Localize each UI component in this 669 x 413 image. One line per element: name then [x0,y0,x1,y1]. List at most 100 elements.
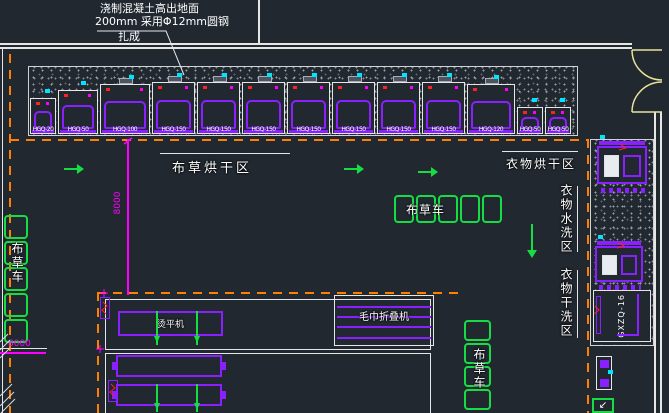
wall-top-inner [0,47,632,49]
valve-icon [560,98,565,102]
valve-icon [267,73,272,77]
cart-row-center-label: 布草车 [406,201,445,218]
washer-door [604,155,619,177]
mark-icon [185,86,188,89]
dryer-label: HGQ-120 [468,126,514,133]
dryer-machine[interactable]: HGQ-150 [197,82,240,134]
dryer-machine[interactable]: HGQ-20 [30,98,56,134]
roller-line [337,326,431,328]
press-valve-icon [608,370,613,374]
dimension-line-horizontal[interactable] [0,352,46,354]
dryer-drum [104,101,146,129]
washer-drum [623,155,641,177]
dryer-machine[interactable]: HGQ-150 [287,82,330,134]
note-line-2: 200mm 采用Φ12mm圆钢 [95,16,229,29]
flow-arrow-right-1 [64,168,82,170]
cart-col-left-label: 布草车 [9,242,26,284]
dryer-machine[interactable]: HGQ-50 [58,90,98,134]
washer-1-valve-icon [600,135,605,139]
washer-drum [621,255,637,275]
towel-folder-label: 毛巾折叠机 [335,308,433,323]
ironer-machine-3[interactable] [116,384,222,406]
door-leaf-bottom [632,82,662,112]
mark-icon [140,88,143,91]
boundary-right [587,139,589,413]
mark-icon [410,86,413,89]
washer-2-valve-icon [598,235,603,239]
ironer-2-tab [221,362,226,370]
dryer-drum [471,101,511,129]
zone-dry-cleaning-sideline [577,270,578,338]
dimension-text-vertical: 8000 [113,181,123,225]
cart-col-right-label: 布草车 [471,348,488,390]
alert-mark-icon [551,111,555,114]
dimension-text-horizontal: 8000 [8,339,31,349]
towel-folder-machine[interactable]: 毛巾折叠机 [334,295,434,346]
washer-machine-1[interactable] [597,146,647,184]
dryer-drum [246,100,281,129]
dryer-machine[interactable]: HGQ-150 [377,82,420,134]
dryer-machine[interactable]: HGQ-150 [152,82,195,134]
mark-icon [561,111,564,114]
alert-mark-icon [248,86,252,89]
press-part [600,379,609,387]
mark-icon [46,102,49,105]
dryer-label: HGQ-100 [101,126,149,133]
door-leaf-top [632,50,662,80]
linen-cart[interactable] [4,293,28,317]
dryer-drum [336,100,371,129]
utility-box[interactable] [108,380,118,402]
linen-cart[interactable] [482,195,502,223]
dryer-label: HGQ-150 [198,126,239,133]
dryer-label: HGQ-50 [518,126,542,133]
wall-top-outer [0,43,632,45]
washer-door [602,255,617,275]
alert-mark-icon [383,86,387,89]
dryer-label: HGQ-50 [546,126,570,133]
ironer-2-tab [112,362,117,370]
ironer-pin-icon [196,384,198,412]
dryer-drum [156,100,191,129]
dryer-machine[interactable]: HGQ-150 [422,82,465,134]
valve-icon [129,75,134,79]
washer-machine-2[interactable] [595,246,643,282]
alert-mark-icon [64,94,68,97]
linen-cart[interactable] [4,215,28,239]
zone-washing-label: 衣物水洗区 [558,184,575,254]
dryer-label: HGQ-50 [59,126,97,133]
valve-icon [447,73,452,77]
dimension-line-vertical[interactable] [127,139,129,295]
dry-clean-room-line-v [637,294,639,336]
cad-drawing-canvas[interactable]: 浇制混凝土高出地面 200mm 采用Φ12mm圆钢 扎成 布草烘干区 衣物烘干区… [0,0,669,413]
dryer-machine[interactable]: HGQ-150 [242,82,285,134]
ironer-label: 烫平机 [157,317,184,330]
dry-clean-machine-label: GXZQ-16 [617,294,626,338]
alert-mark-icon [36,102,40,105]
ironer-machine-1[interactable]: 烫平机 [118,311,223,336]
utility-box[interactable] [100,297,110,319]
dryer-drum [201,100,236,129]
ironer-machine-2[interactable] [116,355,222,377]
washer-2-top [597,241,641,245]
zone-clothes-drying-label: 衣物烘干区 [506,155,576,172]
dryer-drum [291,100,326,129]
dryer-machine[interactable]: HGQ-120 [467,84,515,134]
flow-arrow-right-2 [344,168,362,170]
dryer-machine[interactable]: HGQ-150 [332,82,375,134]
mark-icon [505,88,508,91]
linen-cart[interactable] [464,389,491,410]
dryer-machine[interactable]: HGQ-50 [545,107,571,134]
corner-arrow-box[interactable]: ↙ [592,398,614,413]
press-machine[interactable] [596,356,612,390]
dryer-label: HGQ-150 [423,126,464,133]
flow-arrow-down [531,224,533,256]
linen-cart[interactable] [464,320,491,341]
dryer-machine[interactable]: HGQ-50 [517,107,543,134]
dryer-machine[interactable]: HGQ-100 [100,84,150,134]
alert-mark-icon [523,111,527,114]
dry-clean-room-panel [596,296,601,334]
dryer-label: HGQ-150 [153,126,194,133]
valve-icon [402,73,407,77]
alert-mark-icon [293,86,297,89]
linen-cart[interactable] [460,195,480,223]
